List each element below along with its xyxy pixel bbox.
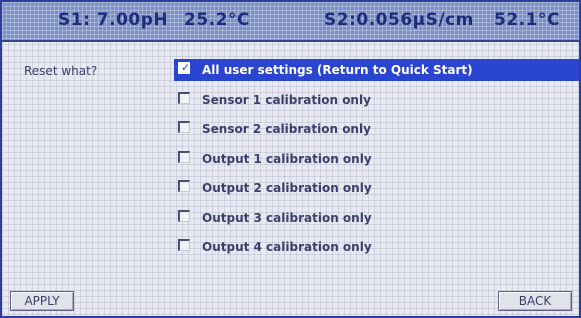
checkbox[interactable] bbox=[178, 180, 190, 192]
checkmark-icon: ✓ bbox=[181, 61, 191, 74]
reset-options-list: ✓ All user settings (Return to Quick Sta… bbox=[174, 59, 579, 266]
checkbox[interactable] bbox=[178, 150, 190, 163]
checkbox[interactable] bbox=[178, 121, 190, 133]
checkbox[interactable]: ✓ bbox=[178, 61, 191, 74]
option-sensor1-calibration[interactable]: Sensor 1 calibration only bbox=[174, 89, 579, 111]
sensor1-reading: S1: 7.00pH bbox=[58, 10, 169, 30]
back-button[interactable]: BACK bbox=[498, 291, 572, 311]
checkbox[interactable] bbox=[178, 209, 190, 222]
option-label: Output 2 calibration only bbox=[202, 181, 372, 195]
option-label: Output 3 calibration only bbox=[202, 210, 372, 225]
option-output4-calibration[interactable]: Output 4 calibration only bbox=[174, 236, 579, 258]
status-header: S1: 7.00pH 25.2°C S2:0.056μS/cm 52.1°C bbox=[2, 2, 579, 42]
option-sensor2-calibration[interactable]: Sensor 2 calibration only bbox=[174, 118, 579, 140]
sensor1-temperature: 25.2°C bbox=[184, 10, 250, 30]
checkbox[interactable] bbox=[178, 91, 190, 104]
checkbox[interactable] bbox=[178, 239, 190, 251]
option-label: Output 4 calibration only bbox=[202, 240, 372, 254]
option-label: Output 1 calibration only bbox=[202, 151, 372, 166]
option-label: All user settings (Return to Quick Start… bbox=[202, 63, 473, 77]
apply-button[interactable]: APPLY bbox=[10, 291, 74, 311]
option-output2-calibration[interactable]: Output 2 calibration only bbox=[174, 177, 579, 199]
option-output3-calibration[interactable]: Output 3 calibration only bbox=[174, 207, 579, 229]
option-label: Sensor 1 calibration only bbox=[202, 92, 371, 107]
option-label: Sensor 2 calibration only bbox=[202, 122, 371, 136]
option-output1-calibration[interactable]: Output 1 calibration only bbox=[174, 148, 579, 170]
sensor2-reading: S2:0.056μS/cm bbox=[324, 10, 474, 30]
reset-prompt: Reset what? bbox=[24, 64, 98, 78]
sensor2-temperature: 52.1°C bbox=[494, 10, 560, 30]
option-all-user-settings[interactable]: ✓ All user settings (Return to Quick Sta… bbox=[174, 59, 579, 81]
transmitter-screen: S1: 7.00pH 25.2°C S2:0.056μS/cm 52.1°C R… bbox=[0, 0, 581, 318]
